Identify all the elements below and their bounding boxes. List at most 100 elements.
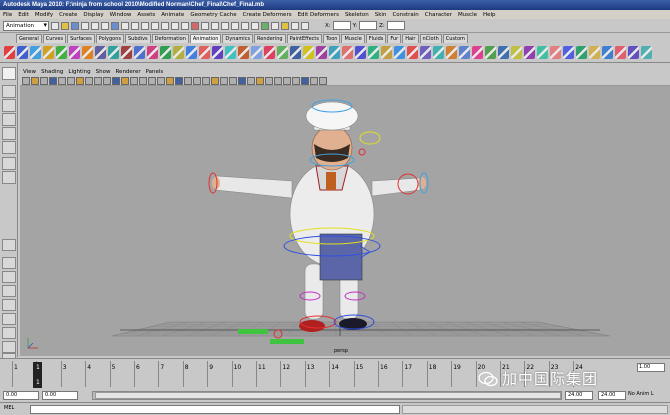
shelf-tool-icon[interactable] — [316, 46, 327, 59]
panel-menu-show[interactable]: Show — [96, 69, 111, 75]
panel-tool-icon[interactable] — [40, 76, 48, 85]
snap-view-plane-icon[interactable] — [231, 21, 239, 30]
paint-select-icon[interactable] — [2, 99, 16, 112]
panel-tool-icon[interactable] — [220, 76, 228, 85]
layout-graph-icon[interactable] — [2, 285, 16, 297]
mask-dynamics-icon[interactable] — [161, 21, 169, 30]
current-time-field[interactable]: 1.00 — [637, 363, 665, 372]
shelf-tool-icon[interactable] — [628, 46, 639, 59]
shelf-tool-icon[interactable] — [485, 46, 496, 59]
layout-hypershade-icon[interactable] — [2, 299, 16, 311]
shelf-tool-icon[interactable] — [524, 46, 535, 59]
selection-mask-icon[interactable] — [111, 21, 119, 30]
shelf-tool-icon[interactable] — [589, 46, 600, 59]
scale-tool-icon[interactable] — [2, 141, 16, 154]
shelf-tool-icon[interactable] — [121, 46, 132, 59]
shelf-tool-icon[interactable] — [95, 46, 106, 59]
shelf-tool-icon[interactable] — [498, 46, 509, 59]
menu-set-dropdown[interactable]: Animation — [3, 20, 49, 31]
mask-curves-icon[interactable] — [131, 21, 139, 30]
playback-end-field[interactable]: 24.00 — [565, 391, 593, 400]
snap-grid-icon[interactable] — [201, 21, 209, 30]
panel-tool-icon[interactable] — [202, 76, 210, 85]
move-tool-icon[interactable] — [2, 113, 16, 126]
last-tool-icon[interactable] — [2, 171, 16, 184]
foot-control-green[interactable] — [270, 339, 304, 344]
shelf-tab[interactable]: General — [16, 34, 42, 43]
shelf-tool-icon[interactable] — [212, 46, 223, 59]
layout-persp-outliner-icon[interactable] — [2, 271, 16, 283]
shelf-tool-icon[interactable] — [69, 46, 80, 59]
layout-four-icon[interactable] — [2, 257, 16, 269]
shelf-tool-icon[interactable] — [433, 46, 444, 59]
manipulator-icon[interactable] — [2, 157, 16, 170]
mask-joints-icon[interactable] — [121, 21, 129, 30]
shelf-tab[interactable]: Custom — [442, 34, 468, 43]
shelf-tool-icon[interactable] — [82, 46, 93, 59]
shelf-tool-icon[interactable] — [602, 46, 613, 59]
panel-tool-icon[interactable] — [49, 76, 57, 85]
end-time-field[interactable]: 24.00 — [598, 391, 626, 400]
menu-character[interactable]: Character — [425, 12, 452, 18]
panel-tool-icon[interactable] — [265, 76, 273, 85]
shelf-tab[interactable]: nCloth — [419, 34, 442, 43]
shelf-tool-icon[interactable] — [472, 46, 483, 59]
panel-menu-view[interactable]: View — [23, 69, 36, 75]
select-hierarchy-icon[interactable] — [81, 21, 89, 30]
shelf-tool-icon[interactable] — [446, 46, 457, 59]
mask-rendering-icon[interactable] — [171, 21, 179, 30]
menu-display[interactable]: Display — [83, 12, 103, 18]
shelf-tab[interactable]: Dynamics — [222, 34, 254, 43]
mask-misc-icon[interactable] — [181, 21, 189, 30]
menu-assets[interactable]: Assets — [137, 12, 155, 18]
shelf-tool-icon[interactable] — [290, 46, 301, 59]
menu-skeleton[interactable]: Skeleton — [345, 12, 369, 18]
shelf-tool-icon[interactable] — [407, 46, 418, 59]
snap-point-icon[interactable] — [221, 21, 229, 30]
shelf-tab[interactable]: Toon — [322, 34, 341, 43]
select-object-icon[interactable] — [91, 21, 99, 30]
menu-create-deformers[interactable]: Create Deformers — [243, 12, 292, 18]
layout-outliner-icon[interactable] — [2, 327, 16, 339]
snap-curve-icon[interactable] — [211, 21, 219, 30]
select-component-icon[interactable] — [101, 21, 109, 30]
panel-tool-icon[interactable] — [139, 76, 147, 85]
panel-tool-icon[interactable] — [175, 76, 183, 85]
lock-selection-icon[interactable] — [191, 21, 199, 30]
layout-single-icon[interactable] — [2, 239, 16, 251]
shelf-tab[interactable]: Deformation — [151, 34, 189, 43]
panel-tool-icon[interactable] — [310, 76, 318, 85]
foot-control-green[interactable] — [238, 329, 268, 334]
y-field[interactable] — [359, 21, 378, 30]
shelf-tab[interactable]: Muscle — [341, 34, 365, 43]
panel-menu-lighting[interactable]: Lighting — [68, 69, 90, 75]
menu-geometry-cache[interactable]: Geometry Cache — [190, 12, 236, 18]
shelf-tool-icon[interactable] — [147, 46, 158, 59]
menu-window[interactable]: Window — [110, 12, 132, 18]
new-scene-icon[interactable] — [51, 21, 59, 30]
shelf-tab[interactable]: Curves — [42, 34, 67, 43]
menu-skin[interactable]: Skin — [375, 12, 387, 18]
menu-muscle[interactable]: Muscle — [458, 12, 477, 18]
panel-tool-icon[interactable] — [112, 76, 120, 85]
menu-edit-deformers[interactable]: Edit Deformers — [298, 12, 339, 18]
panel-tool-icon[interactable] — [184, 76, 192, 85]
shelf-tool-icon[interactable] — [303, 46, 314, 59]
menu-help[interactable]: Help — [483, 12, 496, 18]
panel-tool-icon[interactable] — [76, 76, 84, 85]
ipr-render-icon[interactable] — [291, 21, 299, 30]
panel-tool-icon[interactable] — [301, 76, 309, 85]
shelf-tool-icon[interactable] — [17, 46, 28, 59]
shelf-tool-icon[interactable] — [238, 46, 249, 59]
shelf-tool-icon[interactable] — [563, 46, 574, 59]
mask-deformers-icon[interactable] — [151, 21, 159, 30]
shelf-tool-icon[interactable] — [342, 46, 353, 59]
layout-script-icon[interactable] — [2, 341, 16, 353]
range-slider-handle[interactable] — [95, 392, 561, 399]
menu-modify[interactable]: Modify — [35, 12, 53, 18]
panel-tool-icon[interactable] — [247, 76, 255, 85]
panel-tool-icon[interactable] — [85, 76, 93, 85]
shelf-tab[interactable]: Hair — [402, 34, 419, 43]
shelf-tool-icon[interactable] — [56, 46, 67, 59]
shelf-tool-icon[interactable] — [43, 46, 54, 59]
